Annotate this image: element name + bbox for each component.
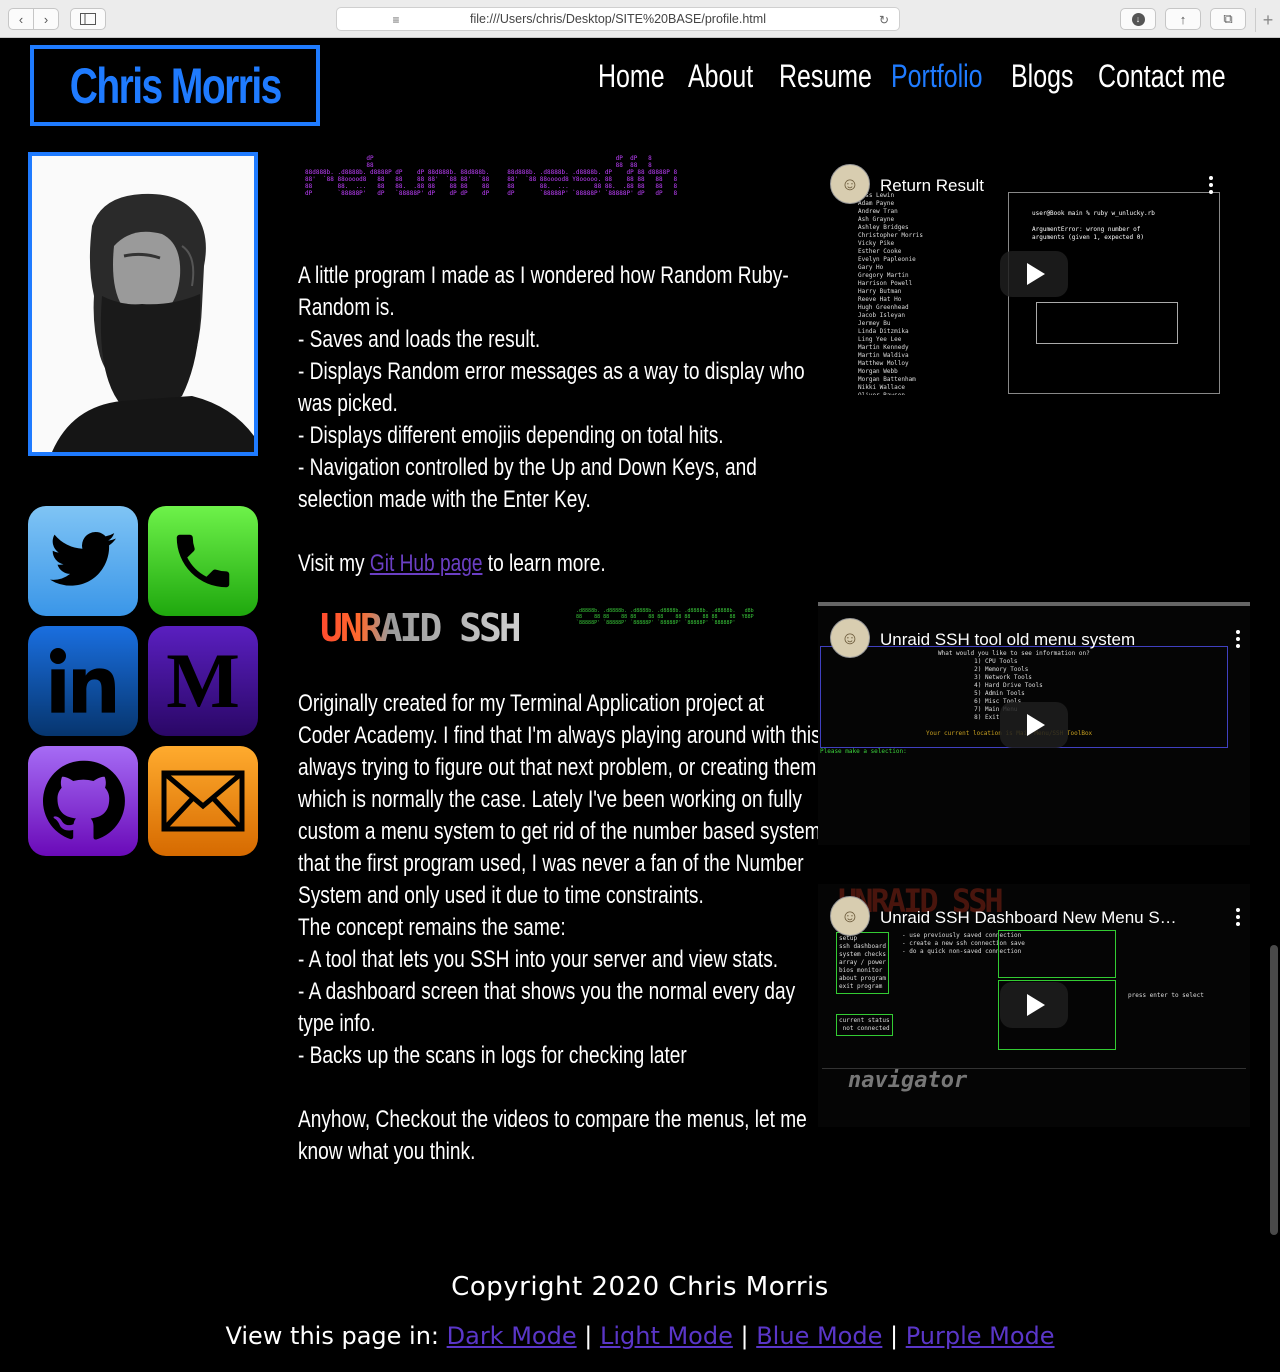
text-line: System and only used it due to time cons… (298, 882, 704, 909)
download-icon: ↓ (1131, 12, 1145, 26)
purple-mode-link[interactable]: Purple Mode (906, 1322, 1055, 1350)
text-line: which is normally the case. Lately I've … (298, 786, 802, 813)
nav-blogs[interactable]: Blogs (1011, 58, 1073, 95)
visit-line: Visit my Git Hub page to learn more. (298, 550, 606, 577)
logo-text: Chris Morris (69, 57, 282, 114)
phone-icon (176, 534, 230, 588)
video-old-menu[interactable]: What would you like to see information o… (818, 602, 1250, 845)
text-line: - Saves and loads the result. (298, 326, 541, 353)
reload-icon[interactable]: ↻ (875, 12, 893, 28)
main-nav: Home About Resume Portfolio Blogs Contac… (590, 58, 1230, 106)
share-button[interactable]: ↑ (1165, 8, 1201, 30)
terminal-sidebar-menu: setup ssh dashboard system checks array … (836, 932, 889, 994)
downloads-button[interactable]: ↓ (1120, 8, 1156, 30)
unraid-ssh-banner: UNRAID SSH .d8888b. .d8888b. .d8888b. .d… (320, 606, 754, 650)
browser-toolbar: ‹ › ℏ ≡ file:///Users/chris/Desktop/SITE… (0, 0, 1280, 38)
nav-portfolio[interactable]: Portfolio (891, 58, 983, 95)
project1-description: A little program I made as I wondered ho… (298, 260, 805, 580)
github-link[interactable] (28, 746, 138, 856)
play-button[interactable] (1000, 982, 1068, 1028)
sidebar-icon (80, 13, 96, 25)
video-return-result[interactable]: Ross Lewin Adam Payne Andrew Tran Ash Gr… (818, 152, 1223, 395)
linkedin-link[interactable] (28, 626, 138, 736)
text-line: - A tool that lets you SSH into your ser… (298, 946, 779, 973)
ascii-banner-random: dP dP dP 8 88 88 88 8 88d888b. .d8888b. … (305, 155, 678, 197)
channel-avatar[interactable]: ☺ (830, 896, 870, 936)
portrait-image (32, 156, 254, 452)
text-line: Anyhow, Checkout the videos to compare t… (298, 1106, 807, 1133)
forward-button[interactable]: › (33, 8, 59, 30)
channel-avatar[interactable]: ☺ (830, 618, 870, 658)
text-line: Originally created for my Terminal Appli… (298, 690, 764, 717)
plus-icon: + (1262, 9, 1274, 30)
github-page-link[interactable]: Git Hub page (370, 550, 483, 577)
text-line: Random is. (298, 294, 395, 321)
copyright-text: Copyright 2020 Chris Morris (451, 1272, 829, 1302)
reader-icon[interactable]: ≡ (387, 12, 405, 28)
text-line: type info. (298, 1010, 376, 1037)
chevron-left-icon: ‹ (18, 11, 24, 27)
github-octocat-icon (42, 760, 125, 840)
text-line: selection made with the Enter Key. (298, 486, 591, 513)
video-title[interactable]: Return Result (880, 176, 984, 196)
linkedin-icon (50, 648, 115, 713)
twitter-bird-icon (50, 531, 116, 586)
text-line: know what you think. (298, 1138, 476, 1165)
medium-link[interactable]: M (148, 626, 258, 736)
text-line: Coder Academy. I find that I'm always pl… (298, 722, 827, 749)
dark-mode-link[interactable]: Dark Mode (447, 1322, 577, 1350)
nav-about[interactable]: About (688, 58, 753, 95)
text-line: - Displays different emojiis depending o… (298, 422, 724, 449)
envelope-icon (161, 770, 245, 832)
share-icon: ↑ (1179, 11, 1187, 27)
url-text: file:///Users/chris/Desktop/SITE%20BASE/… (470, 12, 766, 26)
tabs-button[interactable]: ⧉ (1210, 8, 1246, 30)
text-line: custom a menu system to get rid of the n… (298, 818, 821, 845)
text-line: always trying to figure out that next pr… (298, 754, 817, 781)
more-options-icon[interactable] (1236, 908, 1240, 926)
play-button[interactable] (1000, 702, 1068, 748)
video-new-menu[interactable]: UNRAID SSH setup ssh dashboard system ch… (818, 884, 1250, 1127)
new-tab-button[interactable]: + (1255, 8, 1280, 32)
play-button[interactable] (1000, 251, 1068, 297)
address-bar[interactable]: ≡ file:///Users/chris/Desktop/SITE%20BAS… (336, 7, 900, 31)
sidebar-button[interactable] (70, 8, 106, 30)
nav-resume[interactable]: Resume (779, 58, 872, 95)
medium-icon: M (166, 637, 240, 724)
nav-home[interactable]: Home (598, 58, 665, 95)
twitter-link[interactable] (28, 506, 138, 616)
email-link[interactable] (148, 746, 258, 856)
more-options-icon[interactable] (1209, 176, 1213, 194)
blue-mode-link[interactable]: Blue Mode (756, 1322, 882, 1350)
site-logo[interactable]: Chris Morris (30, 45, 320, 126)
text-line: The concept remains the same: (298, 914, 566, 941)
project2-description: Originally created for my Terminal Appli… (298, 688, 827, 1168)
more-options-icon[interactable] (1236, 630, 1240, 648)
terminal-name-list: Ross Lewin Adam Payne Andrew Tran Ash Gr… (858, 192, 924, 395)
tabs-overview-icon: ⧉ (1223, 11, 1233, 26)
text-line: - Backs up the scans in logs for checkin… (298, 1042, 687, 1069)
text-line: - Navigation controlled by the Up and Do… (298, 454, 757, 481)
light-mode-link[interactable]: Light Mode (600, 1322, 733, 1350)
text-line: - Displays Random error messages as a wa… (298, 358, 805, 385)
video-title[interactable]: Unraid SSH tool old menu system (880, 630, 1135, 650)
text-line: A little program I made as I wondered ho… (298, 262, 789, 289)
text-line: that the first program used, I was never… (298, 850, 804, 877)
text-line: was picked. (298, 390, 398, 417)
profile-photo (28, 152, 258, 456)
theme-mode-links: View this page in: Dark Mode | Light Mod… (225, 1322, 1055, 1350)
chevron-right-icon: › (43, 11, 49, 27)
video-title[interactable]: Unraid SSH Dashboard New Menu S… (880, 908, 1180, 928)
page-scrollbar[interactable] (1270, 945, 1278, 1235)
phone-link[interactable] (148, 506, 258, 616)
channel-avatar[interactable]: ☺ (830, 164, 870, 204)
nav-contact[interactable]: Contact me (1098, 58, 1226, 95)
text-line: - A dashboard screen that shows you the … (298, 978, 796, 1005)
back-button[interactable]: ‹ (8, 8, 34, 30)
